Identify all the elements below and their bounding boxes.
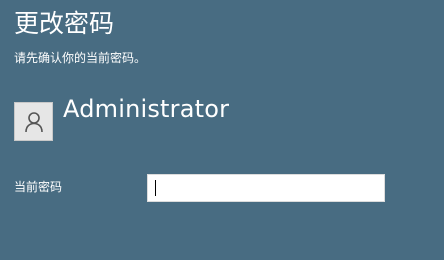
current-password-input[interactable]: [147, 174, 385, 202]
text-caret: [155, 180, 156, 196]
account-username: Administrator: [63, 95, 230, 123]
account-row: Administrator: [14, 94, 229, 142]
page-title: 更改密码: [14, 9, 115, 38]
current-password-label: 当前密码: [14, 180, 63, 194]
avatar: [14, 102, 53, 141]
page-subtitle: 请先确认你的当前密码。: [14, 51, 147, 65]
user-icon: [24, 111, 43, 132]
